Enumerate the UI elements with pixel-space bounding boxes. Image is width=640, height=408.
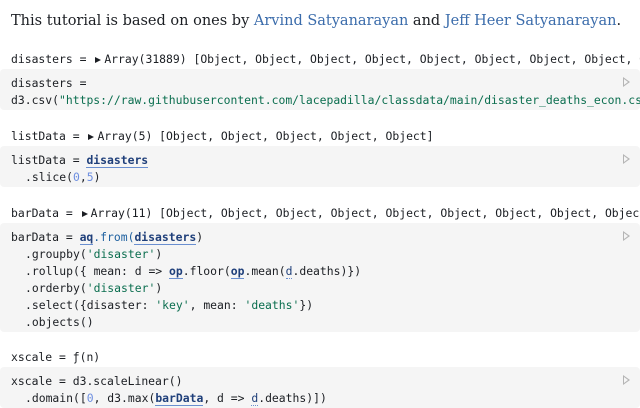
code-text: d3 <box>72 374 87 388</box>
output-type[interactable]: Array(11) <box>91 206 153 220</box>
disasters-code-cell[interactable]: disasters = d3.csv("https://raw.githubus… <box>0 69 640 110</box>
xscale-code-cell[interactable]: xscale = d3.scaleLinear() .domain([0, d3… <box>0 367 640 408</box>
output-equals: = <box>72 52 94 66</box>
code-line: .slice(0,5) <box>11 169 640 186</box>
code-string: 'disaster' <box>86 281 156 295</box>
code-string: 'disaster' <box>86 247 156 261</box>
link-arvind[interactable]: Arvind Satyanarayan <box>254 13 408 29</box>
disasters-output: disasters = Array(31889) [Object, Object… <box>11 50 640 68</box>
code-line: barData = aq.from(disasters) <box>11 229 640 246</box>
code-line: d3.csv("https://raw.githubusercontent.co… <box>11 92 640 109</box>
caret-right-icon[interactable] <box>95 57 102 63</box>
code-line: listData = disasters <box>11 152 640 169</box>
code-text: .scaleLinear() <box>86 374 183 388</box>
code-reference[interactable]: op <box>169 264 183 279</box>
code-text: ) <box>155 247 163 261</box>
bardata-output: barData = Array(11) [Object, Object, Obj… <box>11 204 640 222</box>
play-triangle-icon[interactable] <box>623 154 630 164</box>
output-preview: [Object, Object, Object, Object, Object,… <box>193 52 640 66</box>
code-number: 0 <box>73 170 80 184</box>
output-equals: = <box>52 350 73 364</box>
code-text: .deaths)}) <box>292 264 362 278</box>
code-line: disasters = <box>11 75 640 92</box>
code-text: , mean: <box>189 298 245 312</box>
code-text: .mean( <box>244 264 286 278</box>
code-text: , d => <box>203 391 252 405</box>
intro-text-suffix: . <box>616 13 622 29</box>
output-type[interactable]: Array(31889) <box>104 52 186 66</box>
code-line: xscale = d3.scaleLinear() <box>11 373 640 390</box>
code-text: .csv( <box>24 93 60 107</box>
code-text: .from( <box>93 230 135 244</box>
code-text: , d3.max( <box>93 391 156 405</box>
intro-paragraph: This tutorial is based on ones by Arvind… <box>11 11 621 31</box>
code-text: .floor( <box>182 264 231 278</box>
code-reference[interactable]: op <box>230 264 245 279</box>
code-text: , <box>79 170 87 184</box>
code-reference[interactable]: barData <box>155 391 204 406</box>
link-jeff-heer[interactable]: Jeff Heer Satyanarayan <box>445 13 617 29</box>
code-string: 'key' <box>155 298 190 312</box>
intro-text-prefix: This tutorial is based on ones by <box>11 13 254 29</box>
code-number: 0 <box>86 391 94 405</box>
code-text: ) <box>196 230 204 244</box>
bardata-code-cell[interactable]: barData = aq.from(disasters) .groupby('d… <box>0 223 640 332</box>
code-text: .domain([ <box>25 391 87 405</box>
listdata-output: listData = Array(5) [Object, Object, Obj… <box>11 127 640 145</box>
output-name: barData <box>11 206 60 220</box>
play-triangle-icon[interactable] <box>623 77 630 87</box>
code-reference[interactable]: disasters <box>86 153 149 168</box>
code-text: .rollup({ mean: d => <box>25 264 170 278</box>
code-line: .objects() <box>11 314 640 331</box>
code-text: barData = <box>11 230 80 244</box>
output-equals: = <box>65 129 87 143</box>
play-triangle-icon[interactable] <box>623 375 630 385</box>
intro-text-middle: and <box>408 13 445 29</box>
code-text: }) <box>299 298 314 312</box>
code-string: 'deaths' <box>244 298 300 312</box>
output-preview: [Object, Object, Object, Object, Object,… <box>152 206 640 220</box>
xscale-output: xscale = ƒ(n) <box>11 348 640 366</box>
code-text: ) <box>93 170 101 184</box>
output-preview: [Object, Object, Object, Object, Object] <box>152 129 434 143</box>
code-line: .groupby('disaster') <box>11 246 640 263</box>
caret-right-icon[interactable] <box>88 134 95 140</box>
code-line: .domain([0, d3.max(barData, d => d.death… <box>11 390 640 407</box>
output-type[interactable]: Array(5) <box>97 129 152 143</box>
code-line: .rollup({ mean: d => op.floor(op.mean(d.… <box>11 263 640 280</box>
code-text: .orderby( <box>25 281 87 295</box>
code-reference[interactable]: aq <box>79 230 94 245</box>
output-value[interactable]: ƒ(n) <box>73 350 100 364</box>
code-text: listData = <box>11 153 87 167</box>
code-text: disasters = <box>11 76 87 90</box>
caret-right-icon[interactable] <box>81 211 88 217</box>
play-triangle-icon[interactable] <box>623 231 630 241</box>
listdata-code-cell[interactable]: listData = disasters .slice(0,5) <box>0 146 640 187</box>
output-name: listData <box>11 129 66 143</box>
code-text: xscale = <box>11 374 73 388</box>
code-text: .objects() <box>25 315 94 329</box>
code-text: .select({disaster: <box>25 298 156 312</box>
code-string: "https://raw.githubusercontent.com/lacep… <box>59 93 640 107</box>
code-line: .select({disaster: 'key', mean: 'deaths'… <box>11 297 640 314</box>
code-text: .deaths)]) <box>258 391 327 405</box>
code-text: ) <box>155 281 163 295</box>
output-equals: = <box>59 206 80 220</box>
code-text: .groupby( <box>25 247 87 261</box>
code-text: d3 <box>11 93 25 107</box>
code-line: .orderby('disaster') <box>11 280 640 297</box>
output-name: disasters <box>11 52 73 66</box>
output-name: xscale <box>11 350 53 364</box>
code-text: .slice( <box>25 170 74 184</box>
code-number: 5 <box>86 170 94 184</box>
code-reference[interactable]: disasters <box>134 230 197 245</box>
